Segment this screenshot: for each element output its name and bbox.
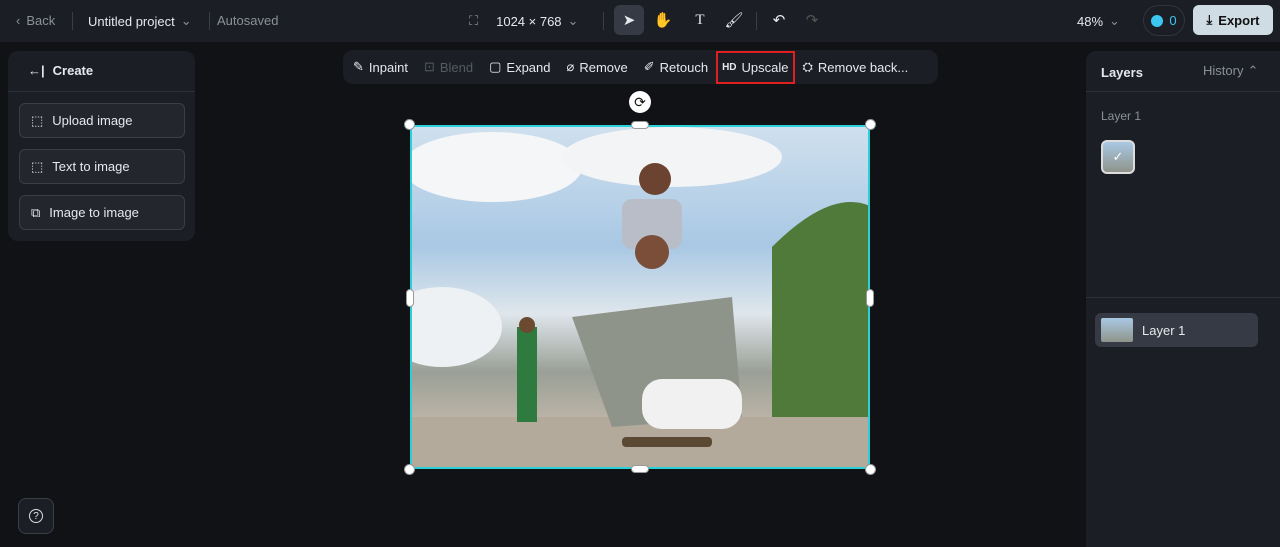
chevron-left-icon: ‹: [16, 13, 21, 28]
layers-panel: Layers History ⌃ Layer 1 ✓ Layer 1: [1086, 51, 1280, 547]
chevron-down-icon: ⌄: [567, 13, 579, 28]
photo-skateboard-people: [412, 127, 868, 467]
eraser-icon: ⌀: [566, 59, 575, 74]
canvas-image[interactable]: [410, 125, 870, 469]
resize-handle-left[interactable]: [406, 289, 414, 307]
zoom-dropdown[interactable]: 48% ⌄: [1077, 13, 1120, 29]
resize-handle-bl[interactable]: [404, 464, 415, 475]
expand-icon: ▢: [489, 59, 502, 74]
resize-handle-tr[interactable]: [865, 119, 876, 130]
credit-icon: [1151, 14, 1164, 27]
edit-toolbar: ✎ Inpaint ⊡ Blend ▢ Expand ⌀ Remove ✐ Retouch…: [343, 50, 938, 84]
layer-thumbnail-selected[interactable]: ✓: [1101, 140, 1135, 174]
redo-icon: ↷: [805, 12, 819, 29]
text-icon: T: [695, 11, 705, 28]
brush-tool-button[interactable]: 🖌: [719, 5, 749, 35]
hd-icon: HD: [722, 61, 737, 73]
chevron-down-icon: ⌄: [1109, 13, 1120, 28]
layer-group-label: Layer 1: [1101, 109, 1142, 123]
rotate-handle[interactable]: ⟳: [629, 91, 651, 113]
tab-layers[interactable]: Layers: [1101, 65, 1143, 80]
inpaint-icon: ✎: [353, 59, 364, 74]
person-icon: ⛭: [802, 59, 813, 74]
hand-tool-button[interactable]: ✋: [648, 5, 678, 35]
redo-button[interactable]: ↷: [797, 5, 827, 35]
resize-handle-br[interactable]: [865, 464, 876, 475]
remove-button[interactable]: ⌀ Remove: [559, 51, 636, 83]
resize-handle-right[interactable]: [866, 289, 874, 307]
retouch-icon: ✐: [643, 59, 655, 74]
layer-item[interactable]: Layer 1: [1095, 313, 1258, 347]
image-to-image-icon: ⧉: [31, 204, 41, 220]
create-panel: ←| Create ⬚ Upload image ⬚ Text to image ⧉ I…: [8, 51, 195, 241]
collapse-left-icon: ←|: [28, 63, 45, 78]
upload-image-icon: ⬚: [31, 112, 44, 128]
resize-handle-top[interactable]: [631, 121, 649, 129]
image-to-image-button[interactable]: ⧉ Image to image: [19, 195, 185, 230]
resize-handle-tl[interactable]: [404, 119, 415, 130]
select-tool-button[interactable]: ➤: [614, 5, 644, 35]
upload-image-button[interactable]: ⬚ Upload image: [19, 103, 185, 138]
expand-button[interactable]: ▢ Expand: [481, 51, 558, 83]
upscale-button[interactable]: HD Upscale: [716, 50, 795, 84]
download-icon: ⤓: [1206, 12, 1213, 27]
project-name-dropdown[interactable]: Untitled project ⌄: [88, 13, 192, 29]
hand-icon: ✋: [653, 12, 673, 29]
create-header[interactable]: ←| Create: [28, 63, 93, 78]
check-icon: ✓: [1112, 149, 1124, 164]
chevron-up-icon: ⌃: [1247, 63, 1259, 78]
resize-icon: ⛶: [469, 13, 479, 28]
canvas-size-dropdown[interactable]: ⛶ 1024 × 768 ⌄: [469, 13, 578, 29]
export-button[interactable]: ⤓ Export: [1193, 5, 1273, 35]
back-button[interactable]: ‹ Back: [16, 13, 55, 28]
undo-icon: ↶: [772, 12, 786, 29]
text-to-image-icon: ⬚: [31, 158, 44, 174]
help-icon: ?: [29, 509, 43, 523]
retouch-button[interactable]: ✐ Retouch: [636, 51, 716, 83]
undo-button[interactable]: ↶: [764, 5, 794, 35]
credits-button[interactable]: 0: [1143, 5, 1185, 36]
chevron-down-icon: ⌄: [180, 13, 192, 28]
cursor-icon: ➤: [622, 12, 636, 29]
autosave-status: Autosaved: [217, 13, 279, 28]
rotate-icon: ⟳: [634, 93, 646, 110]
tab-history[interactable]: History ⌃: [1203, 63, 1258, 79]
blend-button[interactable]: ⊡ Blend: [416, 51, 481, 83]
text-to-image-button[interactable]: ⬚ Text to image: [19, 149, 185, 184]
top-bar: ‹ Back Untitled project ⌄ Autosaved ⛶ 1024 …: [0, 0, 1280, 42]
help-button[interactable]: ?: [18, 498, 54, 534]
layer-thumbnail: [1101, 318, 1133, 342]
brush-icon: 🖌: [724, 12, 744, 29]
resize-handle-bottom[interactable]: [631, 465, 649, 473]
inpaint-button[interactable]: ✎ Inpaint: [345, 51, 416, 83]
remove-background-button[interactable]: ⛭ Remove back...: [795, 51, 917, 83]
text-tool-button[interactable]: T: [685, 5, 715, 35]
blend-icon: ⊡: [423, 59, 435, 74]
